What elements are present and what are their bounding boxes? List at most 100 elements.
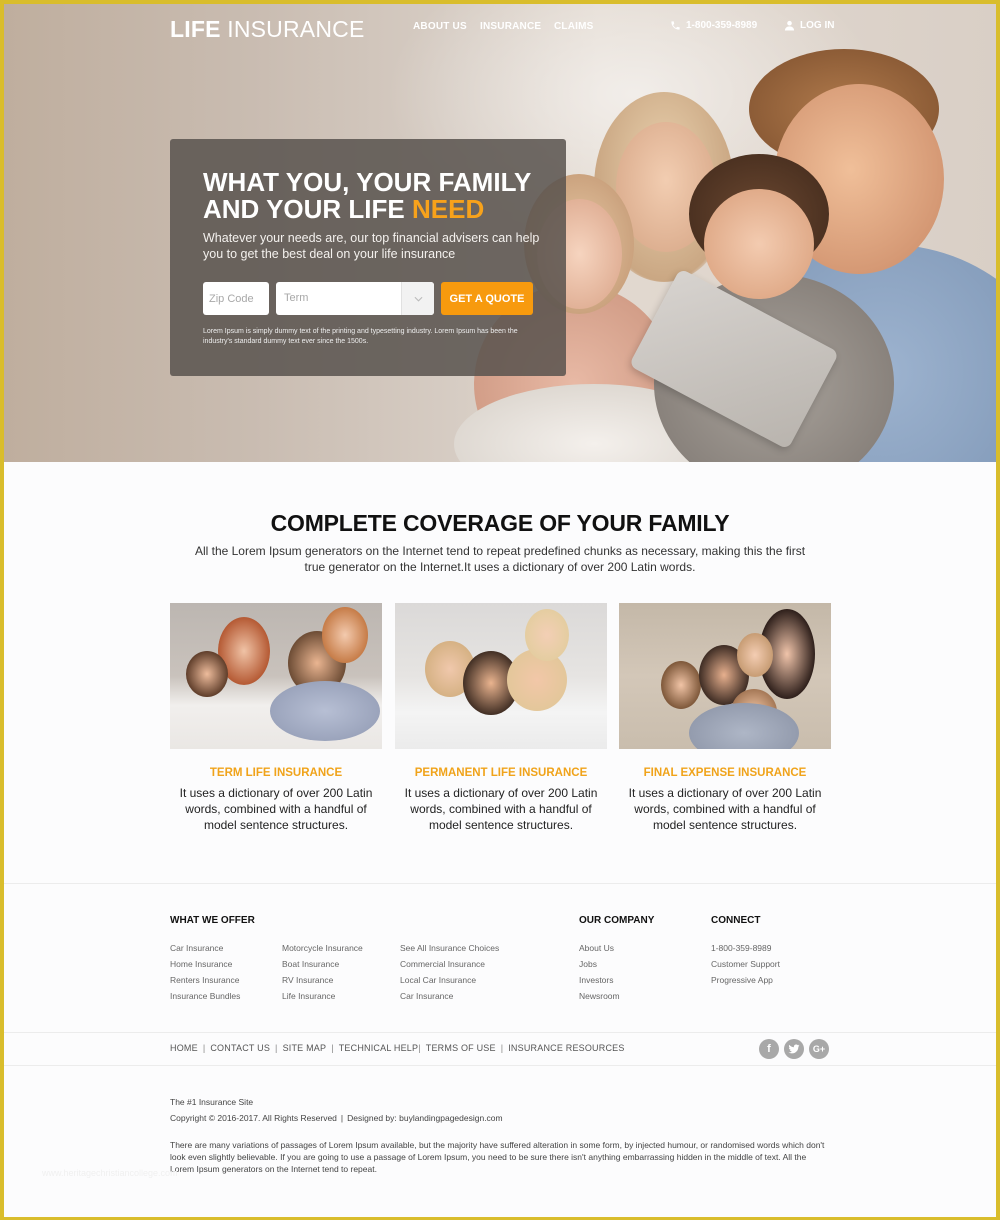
headline-line-2: AND YOUR LIFE — [203, 194, 405, 224]
footer-link[interactable]: Insurance Bundles — [170, 991, 240, 1007]
separator: | — [418, 1043, 421, 1053]
separator: | — [275, 1043, 278, 1053]
phone-icon — [671, 21, 680, 30]
quote-panel: WHAT YOU, YOUR FAMILY AND YOUR LIFE NEED… — [170, 139, 566, 376]
zip-code-input[interactable] — [203, 282, 269, 315]
term-select[interactable]: Term — [276, 282, 434, 315]
nav-phone-number: 1-800-359-8989 — [686, 20, 758, 31]
get-quote-button[interactable]: GET A QUOTE — [441, 282, 533, 315]
watermark-text: www.heritagechristiancollege.com — [42, 1168, 178, 1178]
site-logo[interactable]: LIFE INSURANCE — [170, 16, 365, 43]
bottom-link-technical-help[interactable]: TECHNICAL HELP — [339, 1043, 419, 1053]
nav-claims[interactable]: CLAIMS — [554, 21, 594, 32]
facebook-icon[interactable]: f — [759, 1039, 779, 1059]
footer-tagline: The #1 Insurance Site — [170, 1097, 254, 1107]
separator: | — [500, 1043, 504, 1053]
footer-offer-column-3: See All Insurance Choices Commercial Ins… — [400, 943, 499, 1007]
page-frame: LIFE INSURANCE ABOUT US INSURANCE CLAIMS… — [4, 4, 996, 1217]
coverage-card-permanent-life: PERMANENT LIFE INSURANCE It uses a dicti… — [395, 603, 607, 833]
photo-person — [737, 633, 773, 677]
nav-login-label: LOG IN — [800, 20, 835, 31]
top-navigation: LIFE INSURANCE ABOUT US INSURANCE CLAIMS… — [4, 4, 996, 52]
footer-bottom-nav: HOME | CONTACT US | SITE MAP | TECHNICAL HELP|… — [170, 1043, 625, 1053]
footer-divider — [4, 1065, 996, 1066]
photo-person — [525, 609, 569, 661]
footer-link[interactable]: Customer Support — [711, 959, 780, 975]
card-image-family-2 — [395, 603, 607, 749]
footer-link[interactable]: Car Insurance — [400, 991, 499, 1007]
hero-disclaimer: Lorem Ipsum is simply dummy text of the … — [203, 328, 518, 345]
logo-regular-text: INSURANCE — [227, 16, 365, 42]
bottom-link-insurance-resources[interactable]: INSURANCE RESOURCES — [508, 1043, 624, 1053]
footer-company-column: About Us Jobs Investors Newsroom — [579, 943, 620, 1007]
footer-link[interactable]: 1-800-359-8989 — [711, 943, 780, 959]
logo-bold-text: LIFE — [170, 16, 221, 42]
card-title: TERM LIFE INSURANCE — [209, 767, 343, 779]
user-icon — [784, 20, 795, 31]
footer-offer-column-1: Car Insurance Home Insurance Renters Ins… — [170, 943, 240, 1007]
twitter-icon[interactable] — [784, 1039, 804, 1059]
coverage-title: COMPLETE COVERAGE OF YOUR FAMILY — [270, 510, 730, 536]
headline-line-1: WHAT YOU, YOUR FAMILY — [203, 167, 532, 197]
photo-shirt — [689, 703, 799, 749]
bottom-link-site-map[interactable]: SITE MAP — [283, 1043, 327, 1053]
footer-link[interactable]: Progressive App — [711, 975, 780, 991]
footer-connect-column: 1-800-359-8989 Customer Support Progress… — [711, 943, 780, 991]
hero-headline: WHAT YOU, YOUR FAMILY AND YOUR LIFE NEED — [203, 169, 563, 223]
copyright-text: Copyright © 2016-2017. All Rights Reserv… — [170, 1113, 337, 1123]
footer-link[interactable]: Car Insurance — [170, 943, 240, 959]
separator: | — [202, 1043, 206, 1053]
photo-shirt — [270, 681, 380, 741]
photo-person — [186, 651, 228, 697]
chevron-down-icon[interactable] — [401, 282, 434, 315]
card-title: PERMANENT LIFE INSURANCE — [414, 767, 588, 779]
footer-link[interactable]: See All Insurance Choices — [400, 943, 499, 959]
card-text: It uses a dictionary of over 200 Latin w… — [179, 786, 373, 832]
separator: | — [340, 1113, 344, 1123]
card-image-family-3 — [619, 603, 831, 749]
coverage-card-term-life: TERM LIFE INSURANCE It uses a dictionary… — [170, 603, 382, 833]
footer-link[interactable]: Renters Insurance — [170, 975, 240, 991]
bottom-link-terms-of-use[interactable]: TERMS OF USE — [426, 1043, 496, 1053]
card-image-family-1 — [170, 603, 382, 749]
nav-login-link[interactable]: LOG IN — [784, 20, 834, 31]
nav-insurance[interactable]: INSURANCE — [480, 21, 541, 32]
google-plus-icon[interactable]: G+ — [809, 1039, 829, 1059]
coverage-description: All the Lorem Ipsum generators on the In… — [194, 544, 806, 574]
footer-link[interactable]: Newsroom — [579, 991, 620, 1007]
nav-phone-link[interactable]: 1-800-359-8989 — [670, 20, 757, 31]
footer-divider — [4, 883, 996, 884]
footer-link[interactable]: Motorcycle Insurance — [282, 943, 363, 959]
footer-link[interactable]: Life Insurance — [282, 991, 363, 1007]
hero-section: LIFE INSURANCE ABOUT US INSURANCE CLAIMS… — [4, 4, 996, 462]
headline-accent: NEED — [412, 194, 485, 224]
photo-person — [322, 607, 368, 663]
footer-divider — [4, 1032, 996, 1033]
footer-link[interactable]: Investors — [579, 975, 620, 991]
footer-link[interactable]: Jobs — [579, 959, 620, 975]
footer-link[interactable]: RV Insurance — [282, 975, 363, 991]
bottom-link-home[interactable]: HOME — [170, 1043, 198, 1053]
photo-person — [661, 661, 701, 709]
footer-heading-what-we-offer: WHAT WE OFFER — [170, 915, 255, 926]
term-select-value: Term — [284, 292, 309, 304]
designed-by-text: Designed by: buylandingpagedesign.com — [347, 1113, 503, 1123]
card-text: It uses a dictionary of over 200 Latin w… — [628, 786, 822, 832]
footer-heading-connect: CONNECT — [711, 915, 761, 926]
footer-offer-column-2: Motorcycle Insurance Boat Insurance RV I… — [282, 943, 363, 1007]
footer-link[interactable]: Commercial Insurance — [400, 959, 499, 975]
footer-lorem-text: There are many variations of passages of… — [170, 1140, 825, 1174]
hero-subheadline: Whatever your needs are, our top financi… — [203, 231, 540, 261]
nav-about-us[interactable]: ABOUT US — [413, 21, 467, 32]
footer-link[interactable]: Home Insurance — [170, 959, 240, 975]
card-title: FINAL EXPENSE INSURANCE — [643, 767, 807, 779]
footer-copyright: Copyright © 2016-2017. All Rights Reserv… — [170, 1113, 503, 1123]
footer-link[interactable]: Local Car Insurance — [400, 975, 499, 991]
footer-link[interactable]: Boat Insurance — [282, 959, 363, 975]
separator: | — [331, 1043, 334, 1053]
photo-boy — [704, 189, 814, 299]
coverage-card-final-expense: FINAL EXPENSE INSURANCE It uses a dictio… — [619, 603, 831, 833]
footer-heading-our-company: OUR COMPANY — [579, 915, 655, 926]
bottom-link-contact-us[interactable]: CONTACT US — [210, 1043, 270, 1053]
footer-link[interactable]: About Us — [579, 943, 620, 959]
